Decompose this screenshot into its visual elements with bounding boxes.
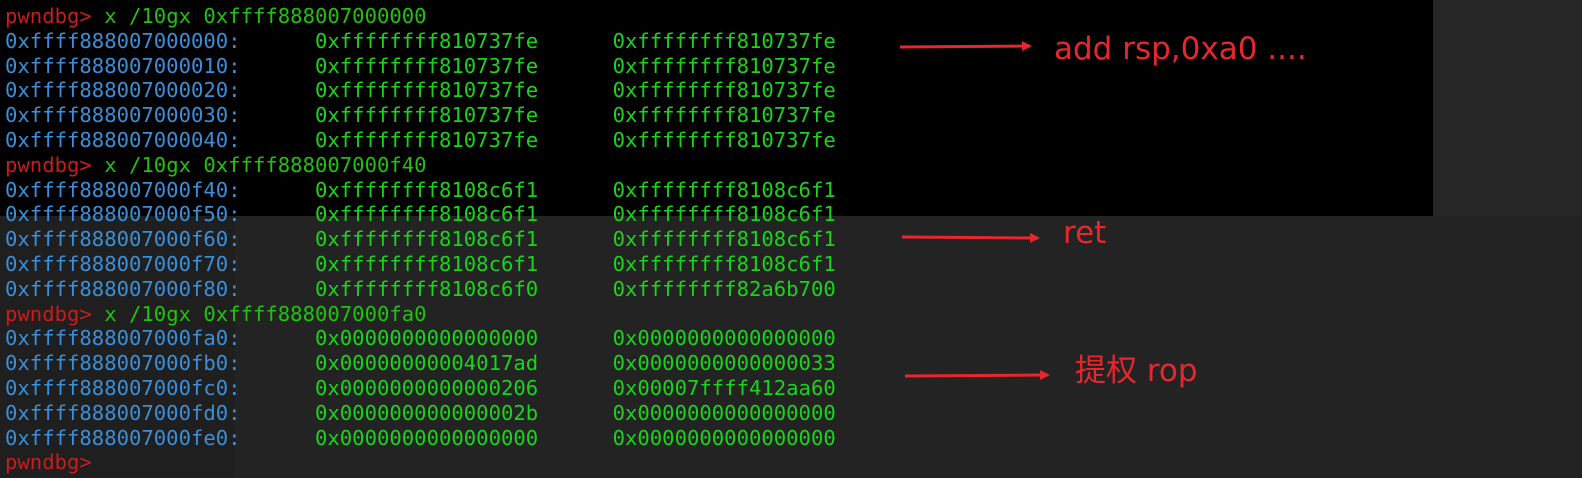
arrow-annotation-1 — [899, 41, 1050, 381]
annotation-add-rsp: add rsp,0xa0 .... — [1054, 31, 1307, 67]
annotation-ret: ret — [1063, 215, 1107, 251]
arrow-line-1 — [899, 41, 1032, 52]
arrow-line-3 — [904, 370, 1050, 381]
arrow-line-2 — [901, 232, 1040, 243]
annotation-priv-esc-rop: 提权 rop — [1075, 353, 1198, 389]
